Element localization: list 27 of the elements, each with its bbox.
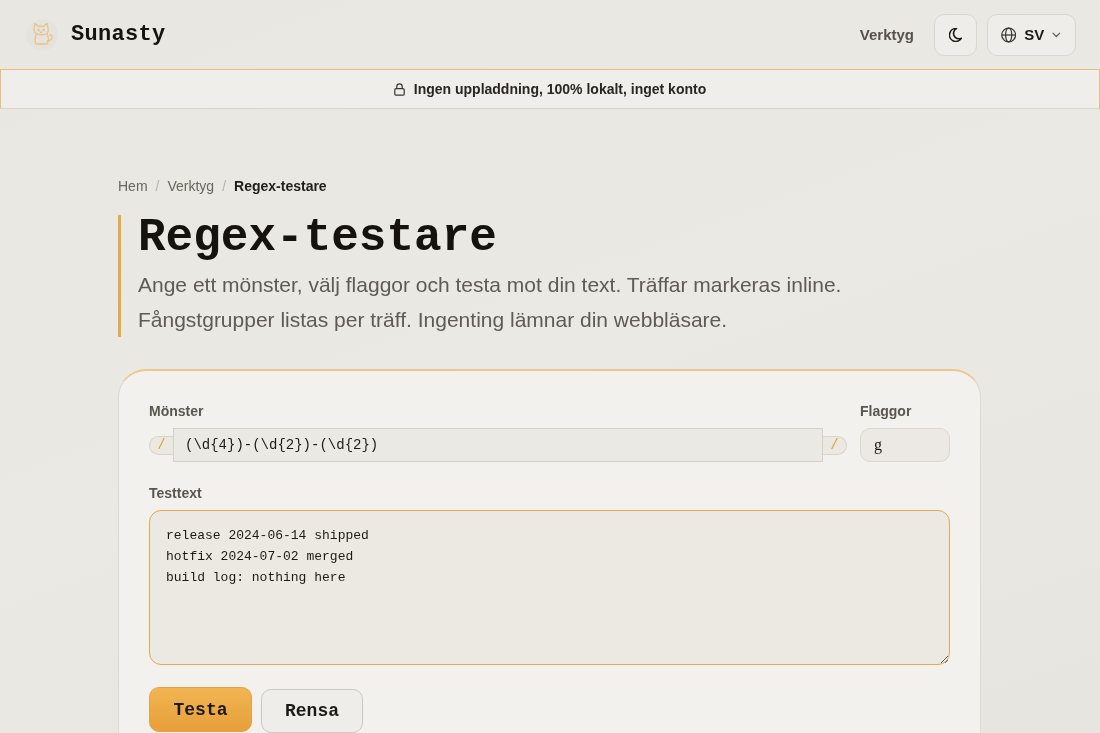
test-text-label: Testtext: [149, 484, 202, 502]
pattern-prefix: /: [149, 435, 173, 455]
pattern-suffix: /: [823, 435, 847, 455]
chevron-down-icon: [1052, 31, 1061, 38]
moon-icon: [949, 27, 962, 42]
clear-button[interactable]: Rensa: [261, 689, 363, 733]
language-button[interactable]: SV: [987, 13, 1076, 56]
theme-toggle-button[interactable]: [934, 13, 977, 56]
breadcrumb-separator: /: [222, 177, 227, 196]
pattern-input[interactable]: (\d{4})-(\d{2})-(\d{2}): [173, 428, 823, 462]
lock-icon: [393, 82, 405, 96]
banner-text: Ingen uppladdning, 100% lokalt, inget konto: [413, 81, 707, 97]
breadcrumb-separator: /: [155, 177, 160, 196]
flags-input[interactable]: g: [860, 428, 950, 462]
breadcrumb-link[interactable]: Regex-testare: [234, 176, 327, 196]
globe-icon: [1001, 26, 1017, 43]
breadcrumb-link[interactable]: Hem: [118, 176, 148, 196]
page-description: Ange ett mönster, välj flaggor och testa mot din text. Träffar markeras inline. Fångstgrupper listas per träff. Ingenting lämnar din webbläsare.: [138, 272, 843, 333]
breadcrumb-link[interactable]: Verktyg: [167, 176, 215, 196]
nav-link[interactable]: Verktyg: [859, 26, 914, 43]
pattern-label: Mönster: [149, 402, 204, 420]
page-title: Regex-testare: [138, 215, 497, 261]
brand-name[interactable]: Sunasty: [71, 22, 166, 47]
cat-logo-icon: [26, 18, 58, 51]
test-text-area[interactable]: release 2024-06-14 shipped hotfix 2024-07-02 merged build log: nothing here: [149, 510, 950, 665]
flags-label: Flaggor: [860, 402, 912, 420]
test-button[interactable]: Testa: [149, 687, 252, 732]
